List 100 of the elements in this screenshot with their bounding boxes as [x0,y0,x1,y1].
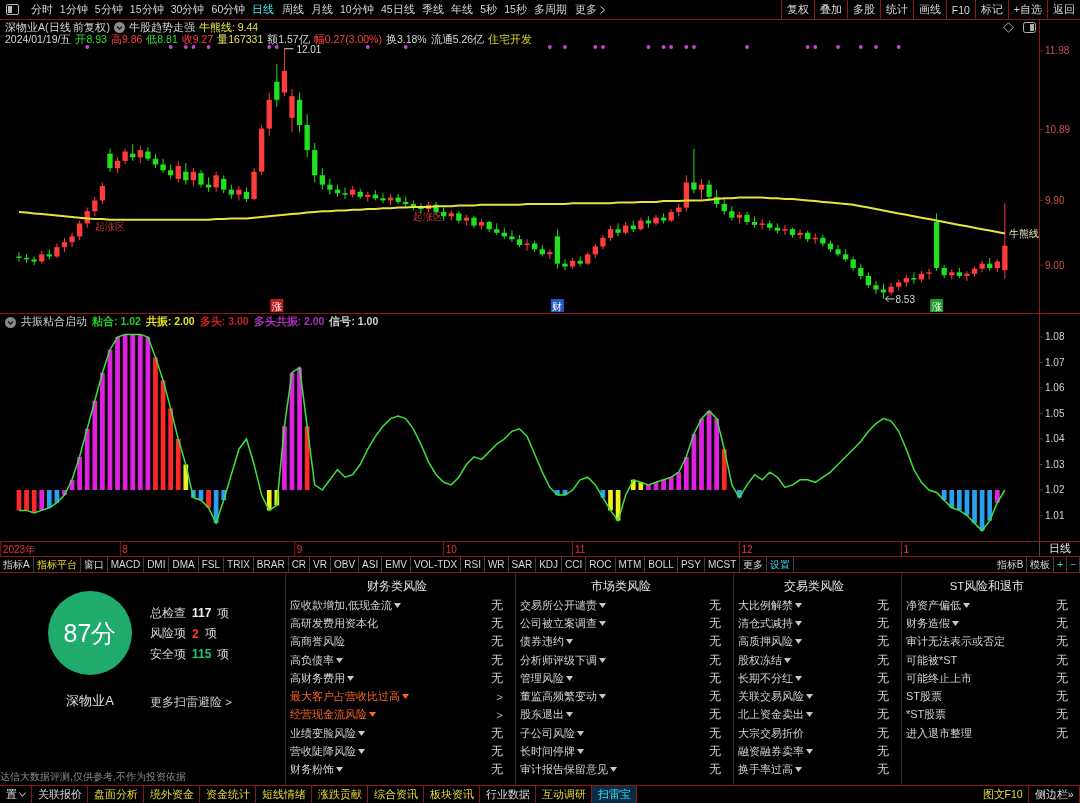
period-tab[interactable]: 季线 [418,0,448,19]
indicator-tab[interactable]: BOLL [645,557,678,572]
risk-item[interactable]: 高财务费用 [290,670,354,686]
period-tab[interactable]: 日线 [248,0,279,19]
period-tab[interactable]: 月线 [307,0,337,19]
risk-item[interactable]: 高质押风险 [738,634,802,650]
indicator-tab[interactable]: 设置 [767,557,795,572]
indicator-tab[interactable]: SAR [508,557,537,572]
indicator-tab[interactable]: TRIX [224,557,254,572]
risk-item[interactable]: 营收陡降风险 [290,744,365,759]
risk-item[interactable]: 高负债率 [290,652,343,668]
period-tab[interactable]: 多周期 [530,0,571,19]
indicator-tab[interactable]: EMV [382,557,411,572]
risk-item[interactable]: 关联交易风险 [738,689,813,705]
risk-item[interactable]: 融资融券卖率 [738,744,813,759]
risk-item[interactable]: 分析师评级下调 [520,652,606,668]
toolbar-button[interactable]: +自选 [1007,0,1047,19]
toolbar-button[interactable]: 标记 [974,0,1008,19]
panel-icon[interactable] [1023,21,1036,33]
chevron-circle-icon[interactable] [113,21,125,33]
risk-item[interactable]: 债券违约 [520,634,573,650]
risk-item[interactable]: 子公司风险 [520,725,584,741]
risk-item[interactable]: 公司被立案调查 [520,615,606,631]
toolbar-button[interactable]: 复权 [780,0,814,19]
indicator-tab[interactable]: 指标B [993,557,1028,572]
indicator-tab[interactable]: 模板 [1027,557,1055,572]
risk-item[interactable]: 审计无法表示或否定 [906,634,1005,650]
period-tab[interactable]: 5分钟 [91,0,127,19]
risk-item[interactable]: 长期不分红 [738,670,802,686]
indicator-tab[interactable]: DMA [169,557,199,572]
indicator-tab[interactable]: MACD [107,557,145,572]
risk-item[interactable]: 高商誉风险 [290,634,345,650]
indicator-tab[interactable]: 更多 [740,557,768,572]
more-link[interactable]: 更多扫雷避险 > [150,694,232,710]
indicator-tab[interactable]: − [1067,557,1080,572]
indicator-tab[interactable]: WR [484,557,509,572]
risk-item[interactable]: 经营现金流风险 [290,707,376,723]
bottom-tab[interactable]: 图文F10 [977,786,1030,803]
risk-item[interactable]: 长时间停牌 [520,744,584,759]
risk-item[interactable]: 董监高频繁变动 [520,689,606,705]
risk-item[interactable]: 财务粉饰 [290,762,343,778]
indicator-tab[interactable]: CCI [562,557,587,572]
period-tab[interactable]: 60分钟 [208,0,249,19]
diamond-icon[interactable] [1003,21,1014,33]
period-tab[interactable]: 15分钟 [126,0,168,19]
risk-item[interactable]: 股权冻结 [738,652,791,668]
risk-item[interactable]: 大比例解禁 [738,597,802,613]
risk-item[interactable]: 审计报告保留意见 [520,762,617,778]
period-tab[interactable]: 分时 [27,0,57,19]
risk-item[interactable]: 清仓式减持 [738,615,802,631]
indicator-tab[interactable]: + [1054,557,1068,572]
toolbar-button[interactable]: 画线 [912,0,946,19]
risk-item[interactable]: 股东退出 [520,707,573,723]
indicator-tab[interactable]: 窗口 [80,557,108,572]
indicator-tab[interactable]: ASI [359,557,383,572]
risk-item[interactable]: 业绩变脸风险 [290,725,365,741]
bottom-tab[interactable]: 行业数据 [480,786,536,803]
chevron-circle-icon[interactable] [5,316,16,328]
panel-icon[interactable] [6,4,19,15]
risk-item[interactable]: 大宗交易折价 [738,725,804,741]
toolbar-button[interactable]: 统计 [879,0,913,19]
period-tab[interactable]: 1分钟 [56,0,92,19]
indicator-tab[interactable]: OBV [331,557,360,572]
risk-item[interactable]: 最大客户占营收比过高 [290,689,409,705]
risk-item[interactable]: 高研发费用资本化 [290,615,378,631]
bottom-tab[interactable]: 境外资金 [144,786,200,803]
toolbar-button[interactable]: 返回 [1047,0,1080,19]
bottom-tab[interactable]: 板块资讯 [424,786,480,803]
bottom-tab[interactable]: 综合资讯 [368,786,424,803]
indicator-tab[interactable]: KDJ [536,557,563,572]
bottom-tab[interactable]: 侧边栏» [1029,786,1080,803]
bottom-tab[interactable]: 盘面分析 [88,786,144,803]
period-tab[interactable]: 30分钟 [167,0,208,19]
more-button[interactable]: 更多 [570,0,609,19]
risk-item[interactable]: 管理风险 [520,670,573,686]
indicator-tab[interactable]: PSY [677,557,705,572]
risk-item[interactable]: *ST股票 [906,707,947,723]
indicator-tab[interactable]: 指标A [0,557,34,572]
indicator-tab[interactable]: BRAR [253,557,289,572]
risk-item[interactable]: 财务造假 [906,615,959,631]
risk-item[interactable]: 进入退市整理 [906,725,972,741]
period-tab[interactable]: 5秒 [476,0,501,19]
risk-item[interactable]: 应收款增加,低现金流 [290,597,402,613]
indicator-tab[interactable]: MCST [704,557,741,572]
risk-item[interactable]: 可能终止上市 [906,670,972,686]
risk-item[interactable]: 交易所公开谴责 [520,597,606,613]
indicator-tab[interactable]: RSI [461,557,485,572]
toolbar-button[interactable]: 多股 [846,0,880,19]
risk-item[interactable]: 北上资金卖出 [738,707,813,723]
period-tab[interactable]: 15秒 [500,0,531,19]
bottom-tab[interactable]: 涨跌贡献 [312,786,368,803]
indicator-tab[interactable]: VR [310,557,331,572]
period-tab[interactable]: 10分钟 [336,0,378,19]
period-tab[interactable]: 45日线 [377,0,419,19]
indicator-tab[interactable]: MTM [615,557,646,572]
period-tab[interactable]: 周线 [278,0,308,19]
indicator-tab[interactable]: VOL-TDX [410,557,462,572]
risk-item[interactable]: 净资产偏低 [906,597,970,613]
period-tab[interactable]: 年线 [447,0,477,19]
bottom-tab[interactable]: 短线情绪 [256,786,312,803]
